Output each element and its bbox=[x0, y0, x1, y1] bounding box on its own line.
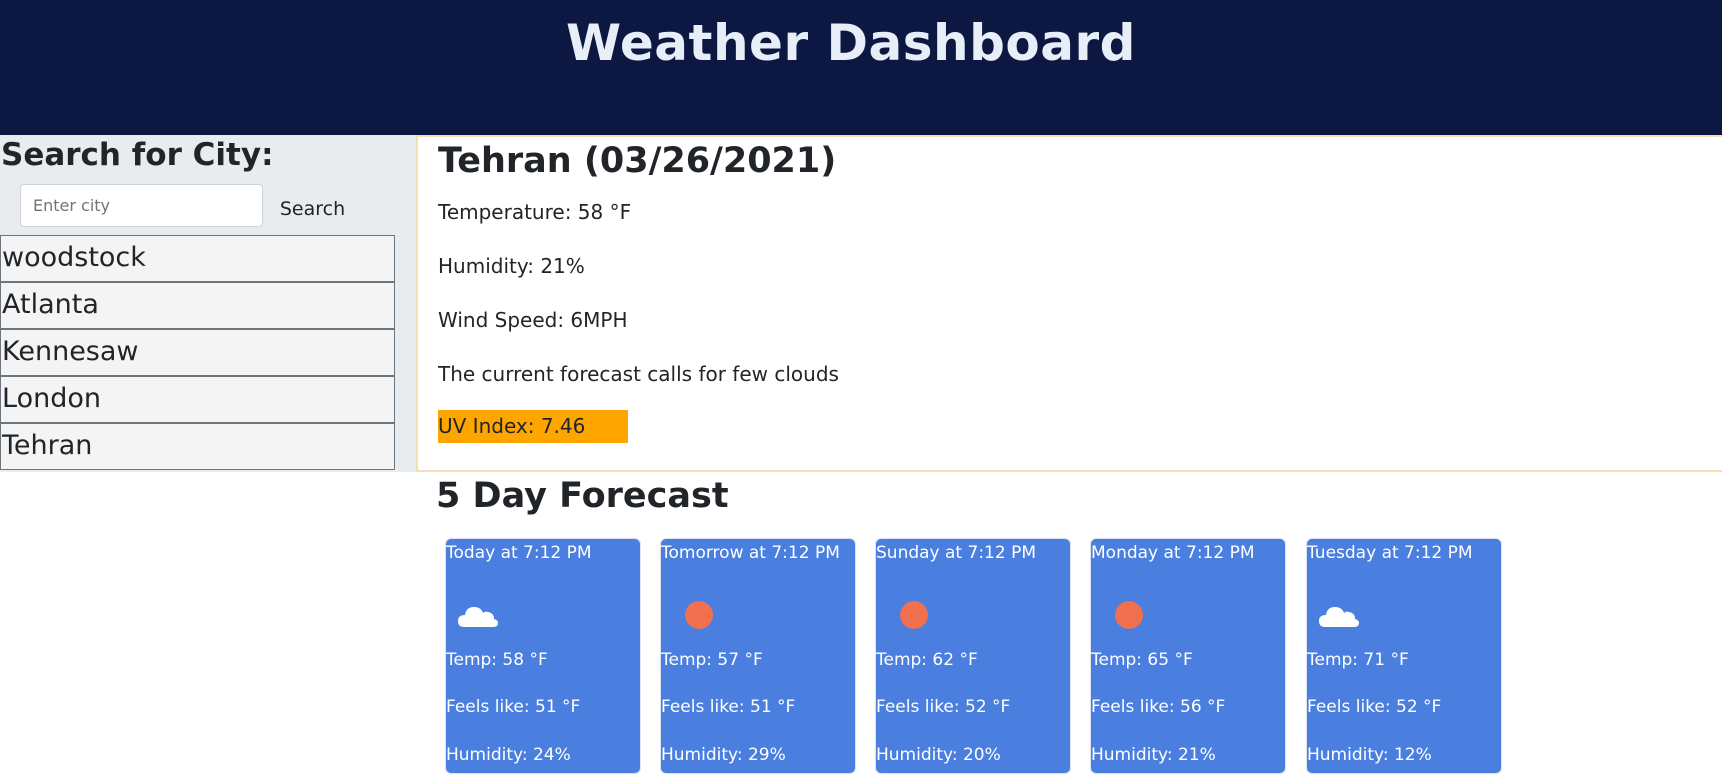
forecast-feels-like: Feels like: 51 °F bbox=[446, 697, 581, 717]
forecast-feels-like: Feels like: 52 °F bbox=[1307, 697, 1442, 717]
forecast-card: Tomorrow at 7:12 PM Temp: 57 °F Feels li… bbox=[660, 538, 856, 774]
forecast-day: Tuesday at 7:12 PM bbox=[1307, 543, 1473, 563]
current-wind-speed: Wind Speed: 6MPH bbox=[438, 308, 628, 332]
forecast-humidity: Humidity: 21% bbox=[1091, 745, 1216, 765]
city-history-item-tehran[interactable]: Tehran bbox=[0, 423, 395, 470]
cloud-icon bbox=[458, 607, 498, 627]
forecast-day: Today at 7:12 PM bbox=[446, 543, 592, 563]
city-history-item-kennesaw[interactable]: Kennesaw bbox=[0, 329, 395, 376]
forecast-humidity: Humidity: 29% bbox=[661, 745, 786, 765]
forecast-temp: Temp: 57 °F bbox=[661, 650, 763, 670]
forecast-heading: 5 Day Forecast bbox=[436, 476, 729, 516]
forecast-temp: Temp: 65 °F bbox=[1091, 650, 1193, 670]
forecast-card: Sunday at 7:12 PM Temp: 62 °F Feels like… bbox=[875, 538, 1071, 774]
forecast-card: Today at 7:12 PM Temp: 58 °F Feels like:… bbox=[445, 538, 641, 774]
forecast-feels-like: Feels like: 51 °F bbox=[661, 697, 796, 717]
forecast-feels-like: Feels like: 56 °F bbox=[1091, 697, 1226, 717]
current-forecast-description: The current forecast calls for few cloud… bbox=[438, 362, 839, 386]
app-title: Weather Dashboard bbox=[566, 14, 1136, 72]
sun-icon bbox=[685, 601, 713, 629]
search-heading: Search for City: bbox=[1, 137, 274, 173]
city-history-item-london[interactable]: London bbox=[0, 376, 395, 423]
sun-icon bbox=[900, 601, 928, 629]
current-city-title: Tehran (03/26/2021) bbox=[438, 141, 837, 181]
forecast-temp: Temp: 58 °F bbox=[446, 650, 548, 670]
app-header: Weather Dashboard bbox=[0, 0, 1722, 135]
forecast-humidity: Humidity: 20% bbox=[876, 745, 1001, 765]
search-button[interactable]: Search bbox=[270, 191, 355, 227]
uv-index-badge: UV Index: 7.46 bbox=[438, 410, 628, 443]
forecast-card: Monday at 7:12 PM Temp: 65 °F Feels like… bbox=[1090, 538, 1286, 774]
forecast-humidity: Humidity: 12% bbox=[1307, 745, 1432, 765]
current-weather-panel: Tehran (03/26/2021) Temperature: 58 °F H… bbox=[416, 135, 1722, 472]
city-history-item-atlanta[interactable]: Atlanta bbox=[0, 282, 395, 329]
current-humidity: Humidity: 21% bbox=[438, 254, 585, 278]
forecast-feels-like: Feels like: 52 °F bbox=[876, 697, 1011, 717]
forecast-temp: Temp: 62 °F bbox=[876, 650, 978, 670]
search-history-list: woodstock Atlanta Kennesaw London Tehran bbox=[0, 235, 395, 470]
forecast-temp: Temp: 71 °F bbox=[1307, 650, 1409, 670]
search-sidebar: Search for City: Search woodstock Atlant… bbox=[0, 135, 416, 472]
current-temperature: Temperature: 58 °F bbox=[438, 200, 632, 224]
forecast-day: Tomorrow at 7:12 PM bbox=[661, 543, 840, 563]
city-search-input[interactable] bbox=[20, 184, 263, 227]
city-history-item-woodstock[interactable]: woodstock bbox=[0, 235, 395, 282]
forecast-card: Tuesday at 7:12 PM Temp: 71 °F Feels lik… bbox=[1306, 538, 1502, 774]
forecast-humidity: Humidity: 24% bbox=[446, 745, 571, 765]
forecast-day: Sunday at 7:12 PM bbox=[876, 543, 1036, 563]
cloud-icon bbox=[1319, 607, 1359, 627]
forecast-day: Monday at 7:12 PM bbox=[1091, 543, 1255, 563]
sun-icon bbox=[1115, 601, 1143, 629]
